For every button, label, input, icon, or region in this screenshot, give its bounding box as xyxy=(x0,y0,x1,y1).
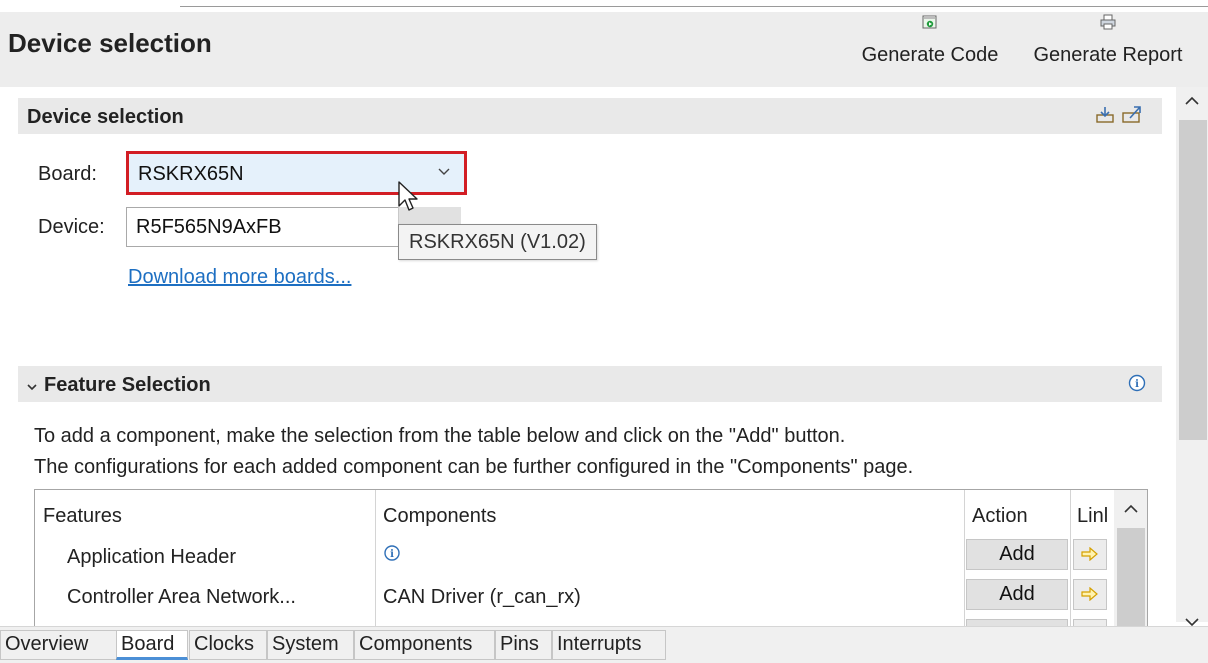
generate-code-button[interactable]: Generate Code xyxy=(850,14,1010,84)
add-button[interactable]: Add xyxy=(966,539,1068,570)
device-value: R5F565N9AxFB xyxy=(136,216,282,238)
table-scroll-thumb[interactable] xyxy=(1117,528,1145,629)
generate-code-icon xyxy=(922,15,937,29)
column-divider xyxy=(964,490,965,629)
top-divider xyxy=(180,6,1208,7)
table-row-feature[interactable]: Controller Area Network... xyxy=(67,586,296,609)
feature-description-line1: To add a component, make the selection f… xyxy=(34,425,846,447)
column-header-action[interactable]: Action xyxy=(972,505,1028,528)
generate-report-label: Generate Report xyxy=(1033,44,1183,66)
board-tooltip: RSKRX65N (V1.02) xyxy=(398,224,597,260)
collapse-toggle-icon[interactable] xyxy=(27,379,37,391)
page-title: Device selection xyxy=(8,28,212,58)
table-scrollbar[interactable] xyxy=(1114,490,1147,629)
feature-table: Features Components Action Linl Applicat… xyxy=(34,489,1148,630)
tab-pins[interactable]: Pins xyxy=(495,630,552,660)
chevron-down-icon xyxy=(438,168,450,175)
svg-text:i: i xyxy=(1135,379,1139,390)
table-row-feature[interactable]: Application Header xyxy=(67,546,236,569)
svg-text:i: i xyxy=(390,549,394,560)
link-arrow-button[interactable] xyxy=(1073,539,1107,570)
info-icon[interactable]: i xyxy=(1128,374,1146,392)
table-row-component[interactable]: CAN Driver (r_can_rx) xyxy=(383,586,581,609)
mouse-cursor-icon xyxy=(397,180,423,216)
arrow-right-icon xyxy=(1081,587,1098,601)
scroll-up-icon[interactable] xyxy=(1123,504,1139,514)
tab-board[interactable]: Board xyxy=(116,630,188,660)
tab-components[interactable]: Components xyxy=(354,630,495,660)
device-selection-header xyxy=(18,98,1162,134)
column-header-components[interactable]: Components xyxy=(383,505,496,528)
tab-system[interactable]: System xyxy=(267,630,354,660)
column-divider xyxy=(1070,490,1071,629)
export-icon[interactable] xyxy=(1122,104,1144,124)
add-button[interactable]: Add xyxy=(966,579,1068,610)
arrow-right-icon xyxy=(1081,547,1098,561)
scroll-up-icon[interactable] xyxy=(1184,94,1200,106)
editor-scroll-thumb[interactable] xyxy=(1179,120,1207,440)
device-label: Device: xyxy=(38,216,105,238)
tab-clocks[interactable]: Clocks xyxy=(189,630,267,660)
board-label: Board: xyxy=(38,163,97,185)
generate-code-label: Generate Code xyxy=(861,44,999,66)
column-header-features[interactable]: Features xyxy=(43,505,122,528)
feature-description-line2: The configurations for each added compon… xyxy=(34,456,914,478)
board-value: RSKRX65N xyxy=(138,163,244,185)
link-arrow-button[interactable] xyxy=(1073,579,1107,610)
tab-interrupts[interactable]: Interrupts xyxy=(552,630,666,660)
generate-report-button[interactable]: Generate Report xyxy=(1018,14,1198,84)
column-divider xyxy=(375,490,376,629)
device-selection-title: Device selection xyxy=(27,106,184,128)
import-icon[interactable] xyxy=(1096,106,1116,124)
download-more-boards-link[interactable]: Download more boards... xyxy=(128,266,351,289)
generate-report-icon xyxy=(1100,14,1116,30)
tab-overview[interactable]: Overview xyxy=(0,630,117,660)
feature-selection-title: Feature Selection xyxy=(44,374,211,396)
column-header-link[interactable]: Linl xyxy=(1077,505,1108,528)
